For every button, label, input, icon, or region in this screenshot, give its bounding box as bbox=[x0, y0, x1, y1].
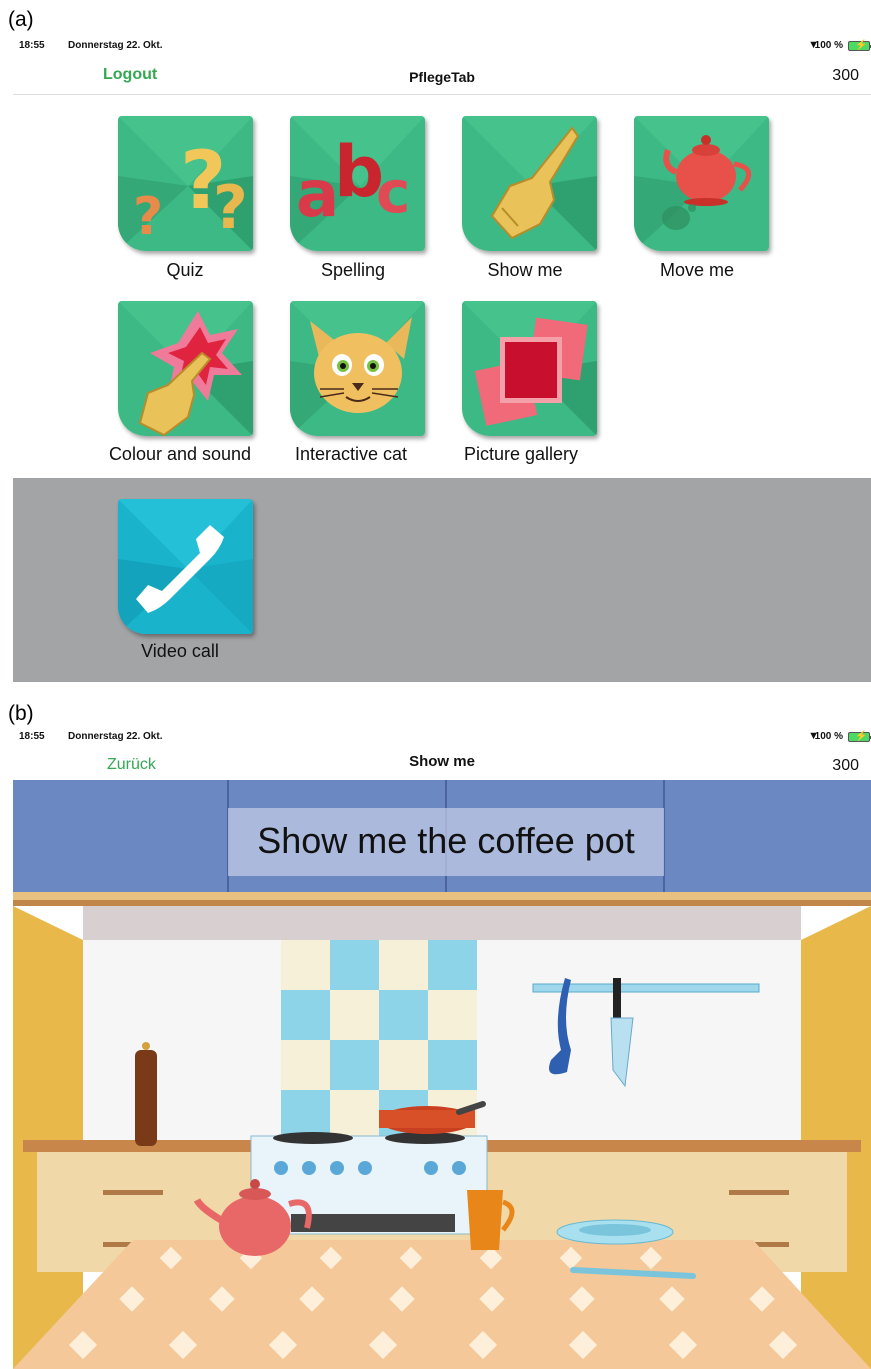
mug-target[interactable] bbox=[465, 1186, 525, 1254]
phone-icon bbox=[118, 499, 253, 634]
prompt-text: Show me the coffee pot bbox=[228, 808, 664, 876]
interactive-cat-label: Interactive cat bbox=[294, 444, 408, 464]
frying-pan-target[interactable] bbox=[373, 1098, 489, 1136]
abc-letters-icon: a b c bbox=[290, 116, 425, 251]
pointing-hand-icon bbox=[462, 116, 597, 251]
svg-text:a: a bbox=[296, 158, 339, 232]
battery-icon: ⚡ bbox=[848, 40, 871, 51]
move-me-label: Move me bbox=[659, 260, 735, 280]
nav-divider bbox=[13, 94, 871, 95]
svg-text:c: c bbox=[376, 158, 410, 226]
cat-face-icon bbox=[290, 301, 425, 436]
teapot-icon bbox=[634, 116, 769, 251]
score-counter: 300 bbox=[832, 67, 859, 84]
pepper-mill-target[interactable] bbox=[129, 1038, 163, 1148]
panel-b-label: (b) bbox=[8, 702, 34, 725]
quiz-label: Quiz bbox=[166, 260, 204, 280]
nav-bar-b: Zurück Show me 300 bbox=[13, 748, 871, 782]
status-time-b: 18:55 bbox=[19, 731, 45, 742]
status-bar-b: 18:55 Donnerstag 22. Okt. ▼ 100 % ⚡ bbox=[13, 729, 871, 745]
show-me-label: Show me bbox=[487, 260, 563, 280]
status-date: Donnerstag 22. Okt. bbox=[68, 40, 163, 51]
video-call-label: Video call bbox=[141, 641, 219, 661]
status-date-b: Donnerstag 22. Okt. bbox=[68, 731, 163, 742]
move-me-tile[interactable] bbox=[634, 116, 769, 251]
battery-percent: 100 % bbox=[814, 40, 843, 51]
pictures-icon bbox=[462, 301, 597, 436]
question-marks-icon: ? ? ? bbox=[118, 116, 253, 251]
battery-icon: ⚡ bbox=[848, 731, 871, 742]
nav-bar: Logout PflegeTab 300 bbox=[13, 60, 871, 94]
kitchen-scene: Show me the coffee pot bbox=[13, 780, 871, 1369]
spelling-tile[interactable]: a b c bbox=[290, 116, 425, 251]
svg-text:?: ? bbox=[213, 173, 248, 243]
status-time: 18:55 bbox=[19, 40, 45, 51]
quiz-tile[interactable]: ? ? ? bbox=[118, 116, 253, 251]
picture-gallery-label: Picture gallery bbox=[463, 444, 579, 464]
picture-gallery-tile[interactable] bbox=[462, 301, 597, 436]
interactive-cat-tile[interactable] bbox=[290, 301, 425, 436]
score-counter-b: 300 bbox=[832, 757, 859, 774]
plate-target[interactable] bbox=[553, 1216, 677, 1246]
video-call-tile[interactable] bbox=[118, 499, 253, 634]
status-bar: 18:55 Donnerstag 22. Okt. ▼ 100 % ⚡ bbox=[13, 38, 871, 54]
spelling-label: Spelling bbox=[320, 260, 386, 280]
colour-and-sound-tile[interactable] bbox=[118, 301, 253, 436]
colour-and-sound-label: Colour and sound bbox=[108, 444, 252, 464]
tablecloth bbox=[13, 1240, 871, 1369]
panel-a-label: (a) bbox=[8, 8, 34, 31]
back-button[interactable]: Zurück bbox=[107, 756, 156, 774]
utensils-target[interactable] bbox=[543, 976, 639, 1088]
show-me-tile[interactable] bbox=[462, 116, 597, 251]
teapot-target[interactable] bbox=[217, 1156, 327, 1256]
battery-percent-b: 100 % bbox=[814, 731, 843, 742]
logout-button[interactable]: Logout bbox=[103, 66, 157, 84]
svg-text:?: ? bbox=[133, 187, 163, 247]
splash-touch-icon bbox=[118, 301, 253, 436]
